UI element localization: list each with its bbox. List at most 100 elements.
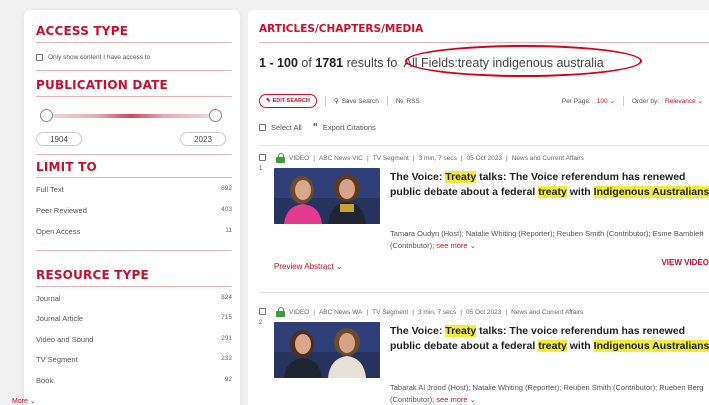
divider: [324, 96, 326, 106]
result-duration: 3 min, 7 secs: [417, 308, 457, 316]
facet-video-and-sound[interactable]: Video and Sound 291: [36, 335, 232, 344]
divider: [36, 177, 232, 178]
access-checkbox-label: Only show content I have access to: [48, 54, 151, 61]
video-thumbnail[interactable]: [274, 322, 380, 378]
facet-count: 232: [221, 355, 232, 362]
facet-label: TV Segment: [36, 355, 78, 364]
preview-abstract-link[interactable]: Preview Abstract ⌄: [274, 262, 343, 271]
divider: [259, 145, 709, 146]
chevron-down-icon: ⌄: [469, 241, 476, 250]
facet-open-access[interactable]: Open Access 11: [36, 227, 232, 236]
chevron-down-icon: ⌄: [609, 98, 615, 105]
facet-count: 403: [221, 206, 232, 213]
result-duration: 3 min, 7 secs: [418, 154, 457, 162]
facet-count: 715: [221, 314, 232, 321]
facet-book[interactable]: Book 92: [36, 376, 232, 385]
view-video-button[interactable]: VIEW VIDEO: [661, 258, 709, 267]
result-format: TV Segment: [372, 308, 409, 316]
preview-label: Preview Abstract: [274, 262, 334, 271]
results-toolbar: ✎ EDIT SEARCH ⚲ Save Search № RSS Per Pa…: [259, 94, 709, 108]
result-title-link[interactable]: The Voice: Treaty talks: The Voice refer…: [390, 170, 709, 200]
facet-count: 291: [221, 335, 232, 342]
results-panel: ARTICLES/CHAPTERS/MEDIA 1 - 100 of 1781 …: [248, 10, 709, 405]
resource-type-more-link[interactable]: More ⌄: [12, 397, 36, 405]
title-highlight: Indigenous Australians: [593, 186, 709, 198]
result-source: ABC News WA: [318, 308, 363, 316]
chevron-down-icon: ⌄: [335, 262, 343, 271]
access-checkbox[interactable]: [36, 54, 43, 61]
result-format: TV Segment: [372, 154, 409, 162]
divider: [259, 292, 709, 293]
date-from-input[interactable]: 1904: [36, 132, 82, 146]
chevron-down-icon: ⌄: [29, 398, 36, 405]
facet-count: 892: [221, 185, 232, 192]
facet-count: 824: [221, 294, 232, 301]
facet-label: Open Access: [36, 227, 81, 236]
result-number: 1: [259, 166, 263, 172]
quote-icon: “: [312, 122, 318, 133]
facet-tv-segment[interactable]: TV Segment 232: [36, 355, 232, 364]
see-more-link[interactable]: see more ⌄: [436, 241, 476, 250]
result-item: 2 VIDEO | ABC News WA | TV Segment | 3 min,…: [259, 306, 709, 405]
facet-journal[interactable]: Journal 824: [36, 294, 232, 303]
result-source: ABC News VIC: [318, 154, 364, 162]
divider: [36, 70, 232, 71]
select-all-label[interactable]: Select All: [271, 123, 302, 132]
title-highlight: Treaty: [445, 171, 477, 183]
per-page-select[interactable]: 100 ⌄: [597, 97, 615, 105]
facet-label: Full Text: [36, 185, 64, 194]
result-type: VIDEO: [289, 308, 310, 316]
result-contributors: Tamara Oudyn (Host); Natalie Whiting (Re…: [390, 228, 709, 252]
video-thumbnail[interactable]: [274, 168, 380, 224]
result-date: 05 Oct 2023: [466, 154, 502, 162]
facet-peer-reviewed[interactable]: Peer Reviewed 403: [36, 206, 232, 215]
result-contributors: Tabarak Al Jrood (Host); Natalie Whiting…: [390, 382, 709, 405]
title-text: with: [566, 186, 594, 198]
divider: [36, 286, 232, 287]
date-slider-min-handle[interactable]: [40, 109, 53, 122]
divider: [36, 154, 232, 155]
access-filter-row[interactable]: Only show content I have access to: [36, 54, 150, 61]
select-all-checkbox[interactable]: [259, 124, 266, 131]
search-icon: ⚲: [333, 98, 339, 105]
results-total: 1781: [315, 56, 344, 70]
divider: [36, 250, 232, 251]
result-checkbox[interactable]: [259, 154, 266, 161]
divider: [259, 42, 709, 43]
divider: [36, 42, 232, 43]
date-slider-max-handle[interactable]: [209, 109, 222, 122]
date-to-input[interactable]: 2023: [180, 132, 226, 146]
result-item: 1 VIDEO | ABC News VIC | TV Segment | 3 min…: [259, 152, 709, 287]
result-title-link[interactable]: The Voice: Treaty talks: The voice refer…: [390, 324, 709, 354]
tab-articles-chapters-media[interactable]: ARTICLES/CHAPTERS/MEDIA: [259, 23, 423, 35]
divider: [622, 96, 624, 106]
divider: [386, 96, 388, 106]
see-more-label: see more: [436, 395, 468, 404]
see-more-label: see more: [436, 241, 468, 250]
facet-count: 92: [224, 376, 232, 383]
facet-label: Book: [36, 376, 54, 385]
facet-journal-article[interactable]: Journal Article 715: [36, 314, 232, 323]
see-more-link[interactable]: see more ⌄: [436, 395, 476, 404]
facet-label: Video and Sound: [36, 335, 94, 344]
facet-full-text[interactable]: Full Text 892: [36, 185, 232, 194]
pencil-icon: ✎: [266, 98, 271, 104]
results-range: 1 - 100: [259, 56, 298, 70]
result-number: 2: [259, 320, 263, 326]
save-search-button[interactable]: ⚲ Save Search: [333, 97, 379, 106]
result-date: 05 Oct 2023: [465, 308, 502, 316]
annotation-circle: [405, 45, 642, 77]
rss-button[interactable]: № RSS: [396, 98, 420, 105]
date-range-slider[interactable]: [46, 114, 216, 118]
facet-label: Peer Reviewed: [36, 206, 87, 215]
result-category: News and Current Affairs: [511, 154, 584, 162]
results-suffix: results fo: [346, 56, 398, 70]
export-citations-link[interactable]: Export Citations: [323, 123, 376, 132]
facet-label: Journal Article: [36, 314, 84, 323]
result-checkbox[interactable]: [259, 308, 266, 315]
rss-icon: №: [395, 97, 404, 105]
results-of: of: [301, 56, 312, 70]
edit-search-button[interactable]: ✎ EDIT SEARCH: [259, 94, 317, 108]
result-meta: VIDEO | ABC News VIC | TV Segment | 3 min, …: [276, 153, 584, 163]
order-by-select[interactable]: Relevance ⌄: [665, 97, 703, 105]
